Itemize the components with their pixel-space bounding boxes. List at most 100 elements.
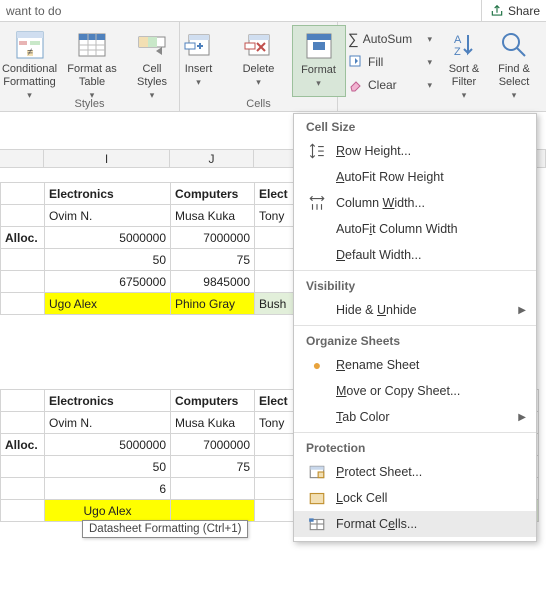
delete-button[interactable]: Delete ▾ xyxy=(232,25,286,97)
menu-tab-color[interactable]: Tab Color ▶ xyxy=(294,404,536,430)
cell[interactable] xyxy=(255,227,295,249)
tell-me-bar[interactable]: want to do Share xyxy=(0,0,546,22)
cell[interactable] xyxy=(255,249,295,271)
share-icon xyxy=(490,4,504,18)
cell[interactable]: 5000000 xyxy=(45,434,171,456)
row-label[interactable]: Alloc. xyxy=(1,227,45,249)
format-as-table-button[interactable]: Format as Table ▾ xyxy=(65,25,119,97)
cell[interactable]: Ovim N. xyxy=(45,205,171,227)
menu-format-cells[interactable]: Format Cells... xyxy=(294,511,536,537)
menu-protect-sheet[interactable]: Protect Sheet... xyxy=(294,459,536,485)
cell[interactable] xyxy=(255,271,295,293)
col-header-i[interactable]: I xyxy=(44,150,170,167)
cell[interactable]: Ovim N. xyxy=(45,412,171,434)
cell[interactable]: 7000000 xyxy=(171,227,255,249)
submenu-arrow-icon: ▶ xyxy=(518,305,526,316)
sigma-icon: ∑ xyxy=(348,31,359,48)
col-header[interactable] xyxy=(0,150,44,167)
menu-column-width[interactable]: Column Width... xyxy=(294,190,536,216)
ribbon-group-styles: ≠ Conditional Formatting ▾ Format as Tab… xyxy=(0,22,180,111)
cell[interactable]: 6 xyxy=(45,478,171,500)
column-width-icon xyxy=(308,194,326,212)
cell[interactable]: 75 xyxy=(171,456,255,478)
cell[interactable]: 5000000 xyxy=(45,227,171,249)
cell[interactable]: Phino Gray xyxy=(171,293,255,315)
menu-autofit-column[interactable]: AutoFit Column Width xyxy=(294,216,536,242)
tell-me-text: want to do xyxy=(6,4,61,18)
group-label-cells: Cells xyxy=(246,97,270,110)
format-cells-icon xyxy=(308,515,326,533)
cell[interactable]: Elect xyxy=(255,183,295,205)
cell[interactable]: 6750000 xyxy=(45,271,171,293)
protect-sheet-icon xyxy=(308,463,326,481)
tooltip: Datasheet Formatting (Ctrl+1) xyxy=(82,520,248,538)
cell[interactable]: Computers xyxy=(171,183,255,205)
menu-section-cell-size: Cell Size xyxy=(294,114,536,138)
cell[interactable]: 50 xyxy=(45,249,171,271)
chevron-down-icon: ▾ xyxy=(427,80,432,91)
insert-icon xyxy=(183,29,215,61)
format-as-table-icon xyxy=(76,29,108,61)
bullet-icon: ● xyxy=(308,357,326,373)
menu-section-organize: Organize Sheets xyxy=(294,328,536,352)
format-dropdown-menu: Cell Size Row Row Height...Height... Aut… xyxy=(293,113,537,542)
col-header-j[interactable]: J xyxy=(170,150,254,167)
submenu-arrow-icon: ▶ xyxy=(518,412,526,423)
chevron-down-icon: ▾ xyxy=(27,89,32,102)
menu-autofit-row[interactable]: AutoFit Row Height xyxy=(294,164,536,190)
lock-cell-icon xyxy=(308,489,326,507)
conditional-formatting-icon: ≠ xyxy=(14,29,46,61)
chevron-down-icon: ▾ xyxy=(462,89,467,102)
svg-text:A: A xyxy=(454,34,462,46)
svg-text:Z: Z xyxy=(454,46,461,58)
find-icon xyxy=(498,29,530,61)
row-label[interactable]: Alloc. xyxy=(1,434,45,456)
sort-filter-button[interactable]: AZ Sort & Filter ▾ xyxy=(442,25,486,97)
table-row: Ovim N. Musa Kuka Tony xyxy=(1,205,295,227)
cell[interactable]: Computers xyxy=(171,390,255,412)
chevron-down-icon: ▾ xyxy=(316,77,321,90)
menu-lock-cell[interactable]: Lock Cell xyxy=(294,485,536,511)
format-icon xyxy=(303,30,335,62)
clear-button[interactable]: Clear ▾ xyxy=(344,75,436,95)
cell[interactable]: Ugo Alex xyxy=(45,500,171,522)
menu-default-width[interactable]: Default Width... xyxy=(294,242,536,268)
data-table-top[interactable]: Electronics Computers Elect Ovim N. Musa… xyxy=(0,182,295,315)
cell-styles-icon xyxy=(136,29,168,61)
cell[interactable]: 75 xyxy=(171,249,255,271)
cell[interactable]: Ugo Alex xyxy=(45,293,171,315)
share-button[interactable]: Share xyxy=(481,0,546,22)
fill-button[interactable]: Fill ▾ xyxy=(344,52,436,72)
find-select-button[interactable]: Find & Select ▾ xyxy=(492,25,536,97)
cell[interactable]: Musa Kuka xyxy=(171,205,255,227)
autosum-button[interactable]: ∑ AutoSum ▾ xyxy=(344,29,436,49)
row-height-icon xyxy=(308,142,326,160)
conditional-formatting-button[interactable]: ≠ Conditional Formatting ▾ xyxy=(0,25,59,97)
chevron-down-icon: ▾ xyxy=(256,76,261,89)
cell[interactable]: Electronics xyxy=(45,183,171,205)
cell[interactable]: 9845000 xyxy=(171,271,255,293)
cell[interactable]: 7000000 xyxy=(171,434,255,456)
menu-move-copy[interactable]: Move or Copy Sheet... xyxy=(294,378,536,404)
cell[interactable]: Electronics xyxy=(45,390,171,412)
insert-button[interactable]: Insert ▾ xyxy=(172,25,226,97)
menu-hide-unhide[interactable]: Hide & Unhide ▶ xyxy=(294,297,536,323)
ribbon: ≠ Conditional Formatting ▾ Format as Tab… xyxy=(0,22,546,112)
ribbon-group-editing: ∑ AutoSum ▾ Fill ▾ Clear ▾ AZ xyxy=(338,22,546,111)
menu-row-height[interactable]: Row Row Height...Height... xyxy=(294,138,536,164)
cell[interactable]: Bush xyxy=(255,293,295,315)
menu-rename-sheet[interactable]: ● Rename Sheet xyxy=(294,352,536,378)
cell[interactable] xyxy=(171,500,255,522)
table-row: Alloc. 5000000 7000000 xyxy=(1,227,295,249)
cell[interactable] xyxy=(171,478,255,500)
chevron-down-icon: ▾ xyxy=(427,57,432,68)
chevron-down-icon: ▾ xyxy=(196,76,201,89)
cell[interactable]: 50 xyxy=(45,456,171,478)
cell[interactable]: Tony xyxy=(255,205,295,227)
chevron-down-icon: ▾ xyxy=(427,34,432,45)
svg-text:≠: ≠ xyxy=(27,47,33,58)
table-row: Electronics Computers Elect xyxy=(1,183,295,205)
cell[interactable]: Musa Kuka xyxy=(171,412,255,434)
ribbon-group-cells: Insert ▾ Delete ▾ Format ▾ Cells xyxy=(180,22,338,111)
eraser-icon xyxy=(348,77,364,93)
